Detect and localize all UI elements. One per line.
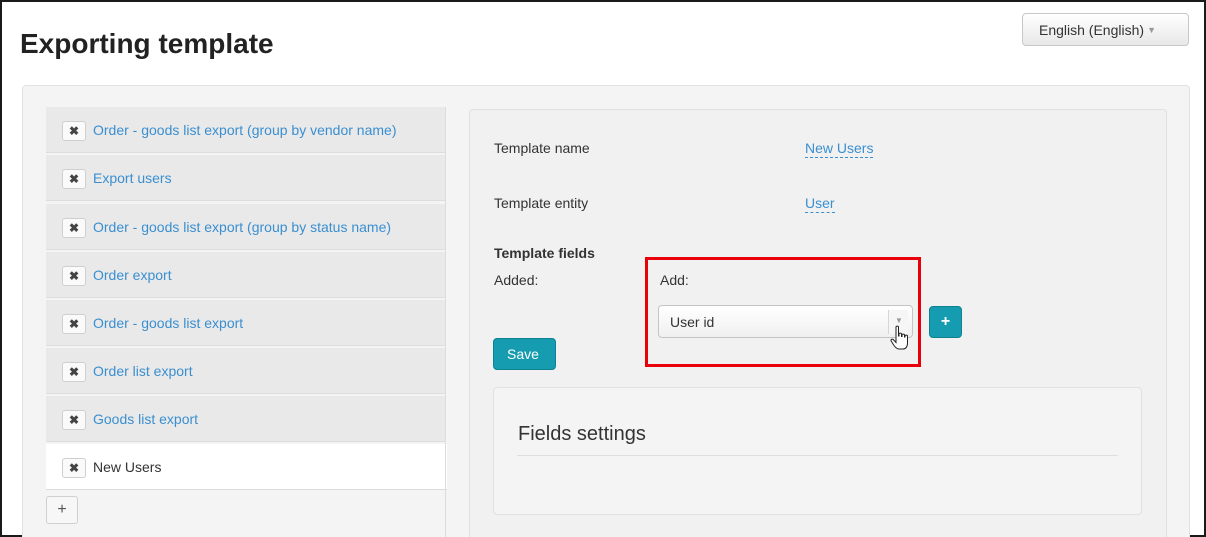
language-label: English (English) bbox=[1039, 22, 1145, 38]
close-icon[interactable]: ✖ bbox=[62, 121, 86, 141]
plus-icon: + bbox=[940, 313, 951, 330]
template-item[interactable]: ✖ Order export bbox=[46, 252, 446, 298]
close-icon[interactable]: ✖ bbox=[62, 362, 86, 382]
close-icon[interactable]: ✖ bbox=[62, 314, 86, 334]
highlight-box bbox=[645, 257, 921, 367]
template-item-active[interactable]: ✖ New Users bbox=[46, 444, 447, 490]
template-item-label[interactable]: Order - goods list export (group by stat… bbox=[93, 219, 391, 235]
save-button[interactable]: Save bbox=[493, 338, 556, 370]
template-item-label[interactable]: New Users bbox=[93, 459, 161, 475]
fields-settings-title: Fields settings bbox=[518, 423, 646, 445]
fields-settings-divider bbox=[517, 455, 1118, 456]
list-divider bbox=[445, 107, 446, 537]
template-item[interactable]: ✖ Goods list export bbox=[46, 396, 446, 442]
template-item-label[interactable]: Export users bbox=[93, 170, 172, 186]
template-item[interactable]: ✖ Order list export bbox=[46, 348, 446, 394]
caret-down-icon: ▼ bbox=[1147, 25, 1156, 35]
page-title: Exporting template bbox=[20, 28, 274, 59]
add-template-button[interactable]: + bbox=[46, 496, 78, 524]
add-field-button[interactable]: + bbox=[929, 306, 962, 338]
template-item-label[interactable]: Order - goods list export (group by vend… bbox=[93, 122, 396, 138]
template-item[interactable]: ✖ Export users bbox=[46, 155, 446, 201]
close-icon[interactable]: ✖ bbox=[62, 169, 86, 189]
template-item-label[interactable]: Goods list export bbox=[93, 411, 198, 427]
close-icon[interactable]: ✖ bbox=[62, 266, 86, 286]
template-item-label[interactable]: Order list export bbox=[93, 363, 193, 379]
language-dropdown[interactable]: English (English) ▼ bbox=[1022, 13, 1189, 46]
plus-icon: + bbox=[57, 501, 67, 518]
close-icon[interactable]: ✖ bbox=[62, 410, 86, 430]
template-item[interactable]: ✖ Order - goods list export bbox=[46, 300, 446, 346]
template-entity-value[interactable]: User bbox=[805, 195, 835, 213]
template-item-label[interactable]: Order - goods list export bbox=[93, 315, 243, 331]
template-item-label[interactable]: Order export bbox=[93, 267, 172, 283]
template-entity-label: Template entity bbox=[494, 195, 589, 211]
template-item[interactable]: ✖ Order - goods list export (group by st… bbox=[46, 204, 446, 250]
fields-settings-panel: Fields settings bbox=[493, 387, 1142, 515]
added-label: Added: bbox=[494, 272, 539, 288]
template-name-value[interactable]: New Users bbox=[805, 140, 874, 158]
template-fields-heading: Template fields bbox=[494, 245, 595, 261]
hand-cursor-icon bbox=[890, 325, 908, 350]
close-icon[interactable]: ✖ bbox=[62, 218, 86, 238]
template-name-label: Template name bbox=[494, 140, 590, 156]
close-icon[interactable]: ✖ bbox=[62, 458, 86, 478]
template-item[interactable]: ✖ Order - goods list export (group by ve… bbox=[46, 107, 446, 153]
